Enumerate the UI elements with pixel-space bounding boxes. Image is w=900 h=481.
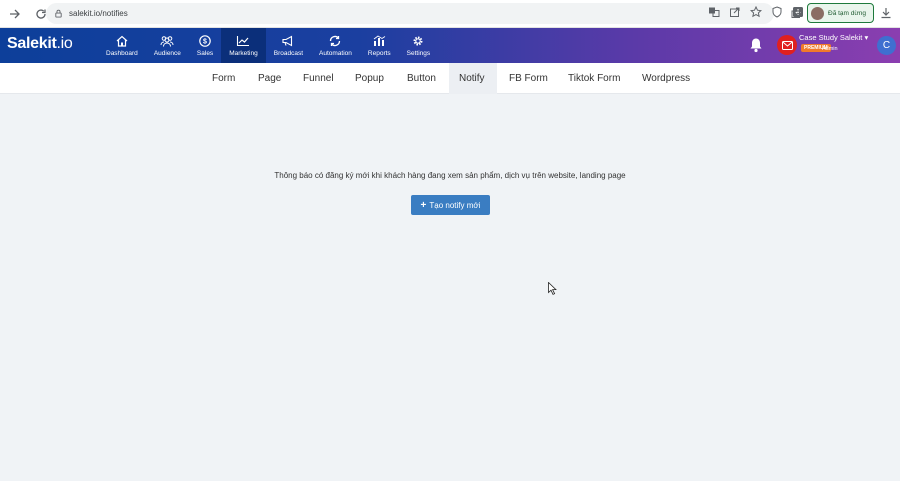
bell-icon[interactable] — [749, 37, 763, 53]
address-bar[interactable]: salekit.io/notifies — [46, 3, 774, 24]
menu-item-dashboard[interactable]: Dashboard — [98, 28, 146, 63]
chevron-down-icon[interactable]: ▾ — [864, 33, 868, 42]
url-text[interactable]: salekit.io/notifies — [69, 9, 128, 18]
menu-item-audience[interactable]: Audience — [146, 28, 189, 63]
menu-item-sales[interactable]: $ Sales — [189, 28, 221, 63]
chart-line-icon — [237, 35, 250, 46]
mail-icon — [781, 40, 793, 50]
extensions-icon[interactable] — [790, 7, 802, 19]
forward-icon[interactable] — [8, 7, 22, 21]
tab-wordpress[interactable]: Wordpress — [632, 63, 700, 94]
sync-icon — [330, 35, 341, 46]
translate-icon[interactable] — [708, 6, 720, 18]
share-icon[interactable] — [729, 6, 741, 18]
notify-description: Thông báo có đăng ký mới khi khách hàng … — [274, 171, 626, 180]
downloads-icon[interactable] — [880, 7, 892, 19]
tab-funnel[interactable]: Funnel — [293, 63, 344, 94]
gear-icon — [413, 36, 423, 45]
megaphone-icon — [282, 35, 293, 46]
tab-form[interactable]: Form — [202, 63, 245, 94]
menu-item-reports[interactable]: Reports — [360, 28, 399, 63]
plus-icon: + — [420, 199, 427, 211]
tab-tiktok-form[interactable]: Tiktok Form — [558, 63, 630, 94]
role-label: Admin — [822, 46, 838, 52]
app-header: Salekit.io Dashboard Audience $ Sales Ma… — [0, 28, 900, 63]
salekit-logo[interactable]: Salekit.io — [7, 35, 73, 53]
browser-toolbar: salekit.io/notifies Đã tạm dừng — [0, 0, 900, 28]
site-info-icon[interactable] — [54, 9, 63, 18]
menu-item-broadcast[interactable]: Broadcast — [266, 28, 311, 63]
svg-text:$: $ — [203, 38, 207, 45]
account-name[interactable]: Case Study Salekit ▾ — [799, 33, 868, 42]
tab-button[interactable]: Button — [397, 63, 446, 94]
menu-item-marketing[interactable]: Marketing — [221, 28, 266, 63]
create-notify-label: Tạo notify mới — [429, 200, 481, 210]
menu-item-settings[interactable]: Settings — [399, 28, 439, 63]
profile-paused-button[interactable]: Đã tạm dừng — [807, 3, 874, 23]
tab-popup[interactable]: Popup — [345, 63, 394, 94]
bar-chart-icon — [374, 34, 386, 46]
dollar-icon: $ — [199, 34, 211, 47]
mail-button[interactable] — [777, 35, 797, 55]
marketing-subnav: Form Page Funnel Popup Button Notify FB … — [0, 63, 900, 94]
tab-notify[interactable]: Notify — [449, 63, 497, 94]
profile-avatar — [811, 6, 824, 20]
home-icon — [116, 35, 128, 47]
shield-icon[interactable] — [771, 6, 783, 18]
tab-page[interactable]: Page — [248, 63, 291, 94]
avatar[interactable]: C — [877, 36, 896, 55]
create-notify-button[interactable]: + Tạo notify mới — [411, 195, 490, 215]
paused-label: Đã tạm dừng — [828, 9, 866, 17]
tab-fb-form[interactable]: FB Form — [499, 63, 558, 94]
mouse-cursor-icon — [548, 282, 557, 295]
users-icon — [160, 35, 174, 47]
menu-item-automation[interactable]: Automation — [311, 28, 360, 63]
main-menu: Dashboard Audience $ Sales Marketing Bro… — [98, 28, 438, 63]
star-icon[interactable] — [749, 5, 763, 18]
